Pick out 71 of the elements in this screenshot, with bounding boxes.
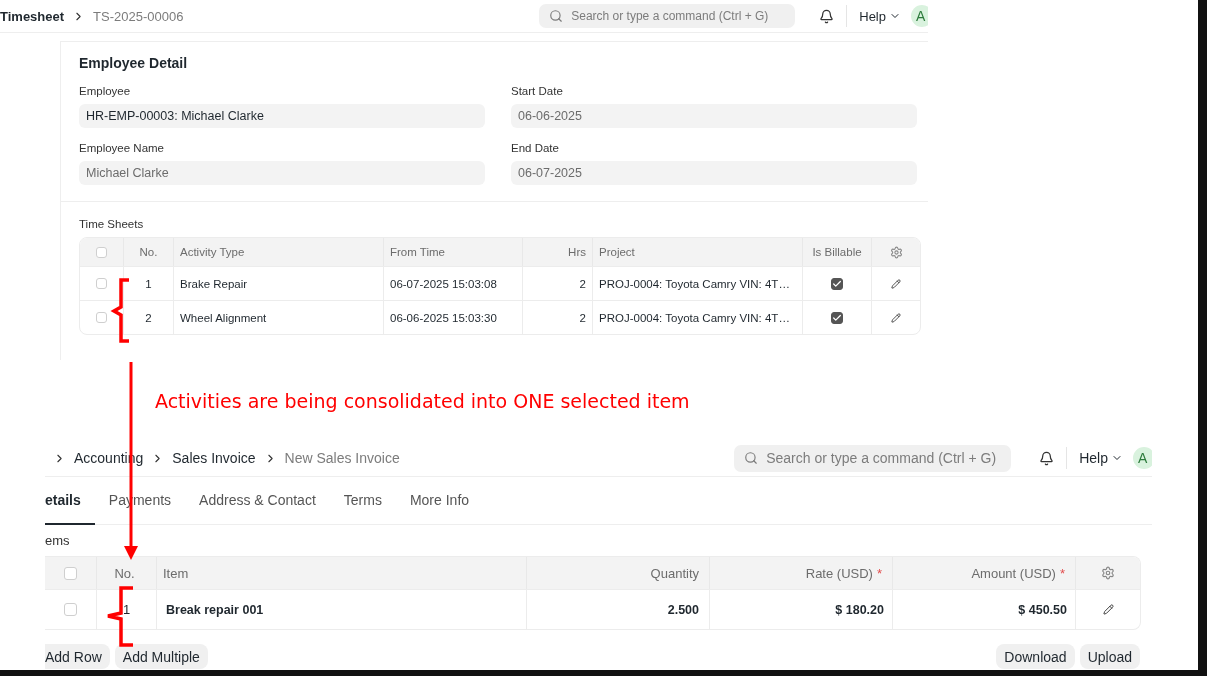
section-title: Employee Detail <box>79 55 189 71</box>
table-cell: 06-06-2025 15:03:30 <box>384 300 523 334</box>
annotation-text: Activities are being consolidated into ONE selected item <box>155 390 691 414</box>
table-title: Time Sheets <box>79 218 145 230</box>
input-field[interactable]: 06-06-2025 <box>511 104 917 128</box>
column-header: Item <box>157 557 527 589</box>
table-cell: 06-07-2025 15:03:08 <box>384 266 523 300</box>
breadcrumb-item[interactable]: New Sales Invoice <box>284 450 400 466</box>
add-row-button[interactable]: Add Row <box>45 644 110 669</box>
add-multiple-button[interactable]: Add Multiple <box>114 644 208 669</box>
input-field[interactable]: 06-07-2025 <box>511 161 917 185</box>
avatar[interactable]: A <box>911 5 928 27</box>
search-icon <box>549 9 564 23</box>
column-header: Rate (USD) * <box>710 557 893 589</box>
bell-icon[interactable] <box>1039 450 1055 466</box>
tab[interactable]: More Info <box>395 477 484 525</box>
required-mark: * <box>876 565 882 581</box>
field-label: Start Date <box>511 85 564 97</box>
download-button[interactable]: Download <box>996 644 1075 669</box>
column-header: Is Billable <box>803 238 872 266</box>
table-cell: $ 450.50 <box>893 589 1076 629</box>
search-icon <box>744 451 759 465</box>
pencil-icon[interactable] <box>891 278 901 289</box>
help-button[interactable]: Help <box>1079 450 1123 466</box>
table-cell: $ 180.20 <box>710 589 893 629</box>
column-header: Activity Type <box>174 238 384 266</box>
input-field[interactable]: HR-EMP-00003: Michael Clarke <box>79 104 485 128</box>
search-field[interactable]: Search or type a command (Ctrl + G) <box>539 4 796 28</box>
settings-icon[interactable] <box>1101 566 1115 580</box>
table-cell: 1 <box>97 589 157 629</box>
bell-icon[interactable] <box>819 8 835 24</box>
table-cell: 2 <box>523 266 593 300</box>
table-cell: 2 <box>523 300 593 334</box>
field-label: Employee <box>79 85 132 97</box>
tab[interactable]: etails <box>45 477 95 525</box>
table-cell: Wheel Alignment <box>174 300 384 334</box>
breadcrumb-item[interactable]: TS-2025-00006 <box>93 8 184 24</box>
search-field[interactable]: Search or type a command (Ctrl + G) <box>734 444 1012 472</box>
help-button[interactable]: Help <box>859 8 901 24</box>
column-header: Amount (USD) * <box>893 557 1076 589</box>
table-cell: 2 <box>124 300 174 334</box>
curly-brace <box>110 278 129 343</box>
breadcrumb-item[interactable]: Sales Invoice <box>172 450 256 466</box>
settings-icon[interactable] <box>889 245 903 259</box>
pencil-icon[interactable] <box>891 312 901 323</box>
field-label: End Date <box>511 142 560 154</box>
table-cell: 2.500 <box>527 589 710 629</box>
column-header: Hrs <box>523 238 593 266</box>
section-label: ems <box>45 533 71 548</box>
pencil-icon[interactable] <box>1102 604 1114 615</box>
column-header: From Time <box>384 238 523 266</box>
table-cell: 1 <box>124 266 174 300</box>
curly-brace <box>106 586 133 647</box>
avatar[interactable]: A <box>1133 447 1152 469</box>
upload-button[interactable]: Upload <box>1079 644 1140 669</box>
table-cell: Break repair 001 <box>157 589 527 629</box>
table-cell: PROJ-0004: Toyota Camry VIN: 4T… <box>593 300 803 334</box>
column-header: Quantity <box>527 557 710 589</box>
column-header: No. <box>97 557 157 589</box>
column-header: No. <box>124 238 174 266</box>
input-field[interactable]: Michael Clarke <box>79 161 485 185</box>
checkbox[interactable] <box>831 277 843 290</box>
field-label: Employee Name <box>79 142 165 154</box>
checkbox[interactable] <box>831 311 843 324</box>
breadcrumb-item[interactable]: Timesheet <box>0 8 65 24</box>
tab[interactable]: Address & Contact <box>185 477 330 525</box>
table-cell: Brake Repair <box>174 266 384 300</box>
required-mark: * <box>1059 565 1065 581</box>
column-header: Project <box>593 238 803 266</box>
table-cell: PROJ-0004: Toyota Camry VIN: 4T… <box>593 266 803 300</box>
tab[interactable]: Terms <box>329 477 396 525</box>
